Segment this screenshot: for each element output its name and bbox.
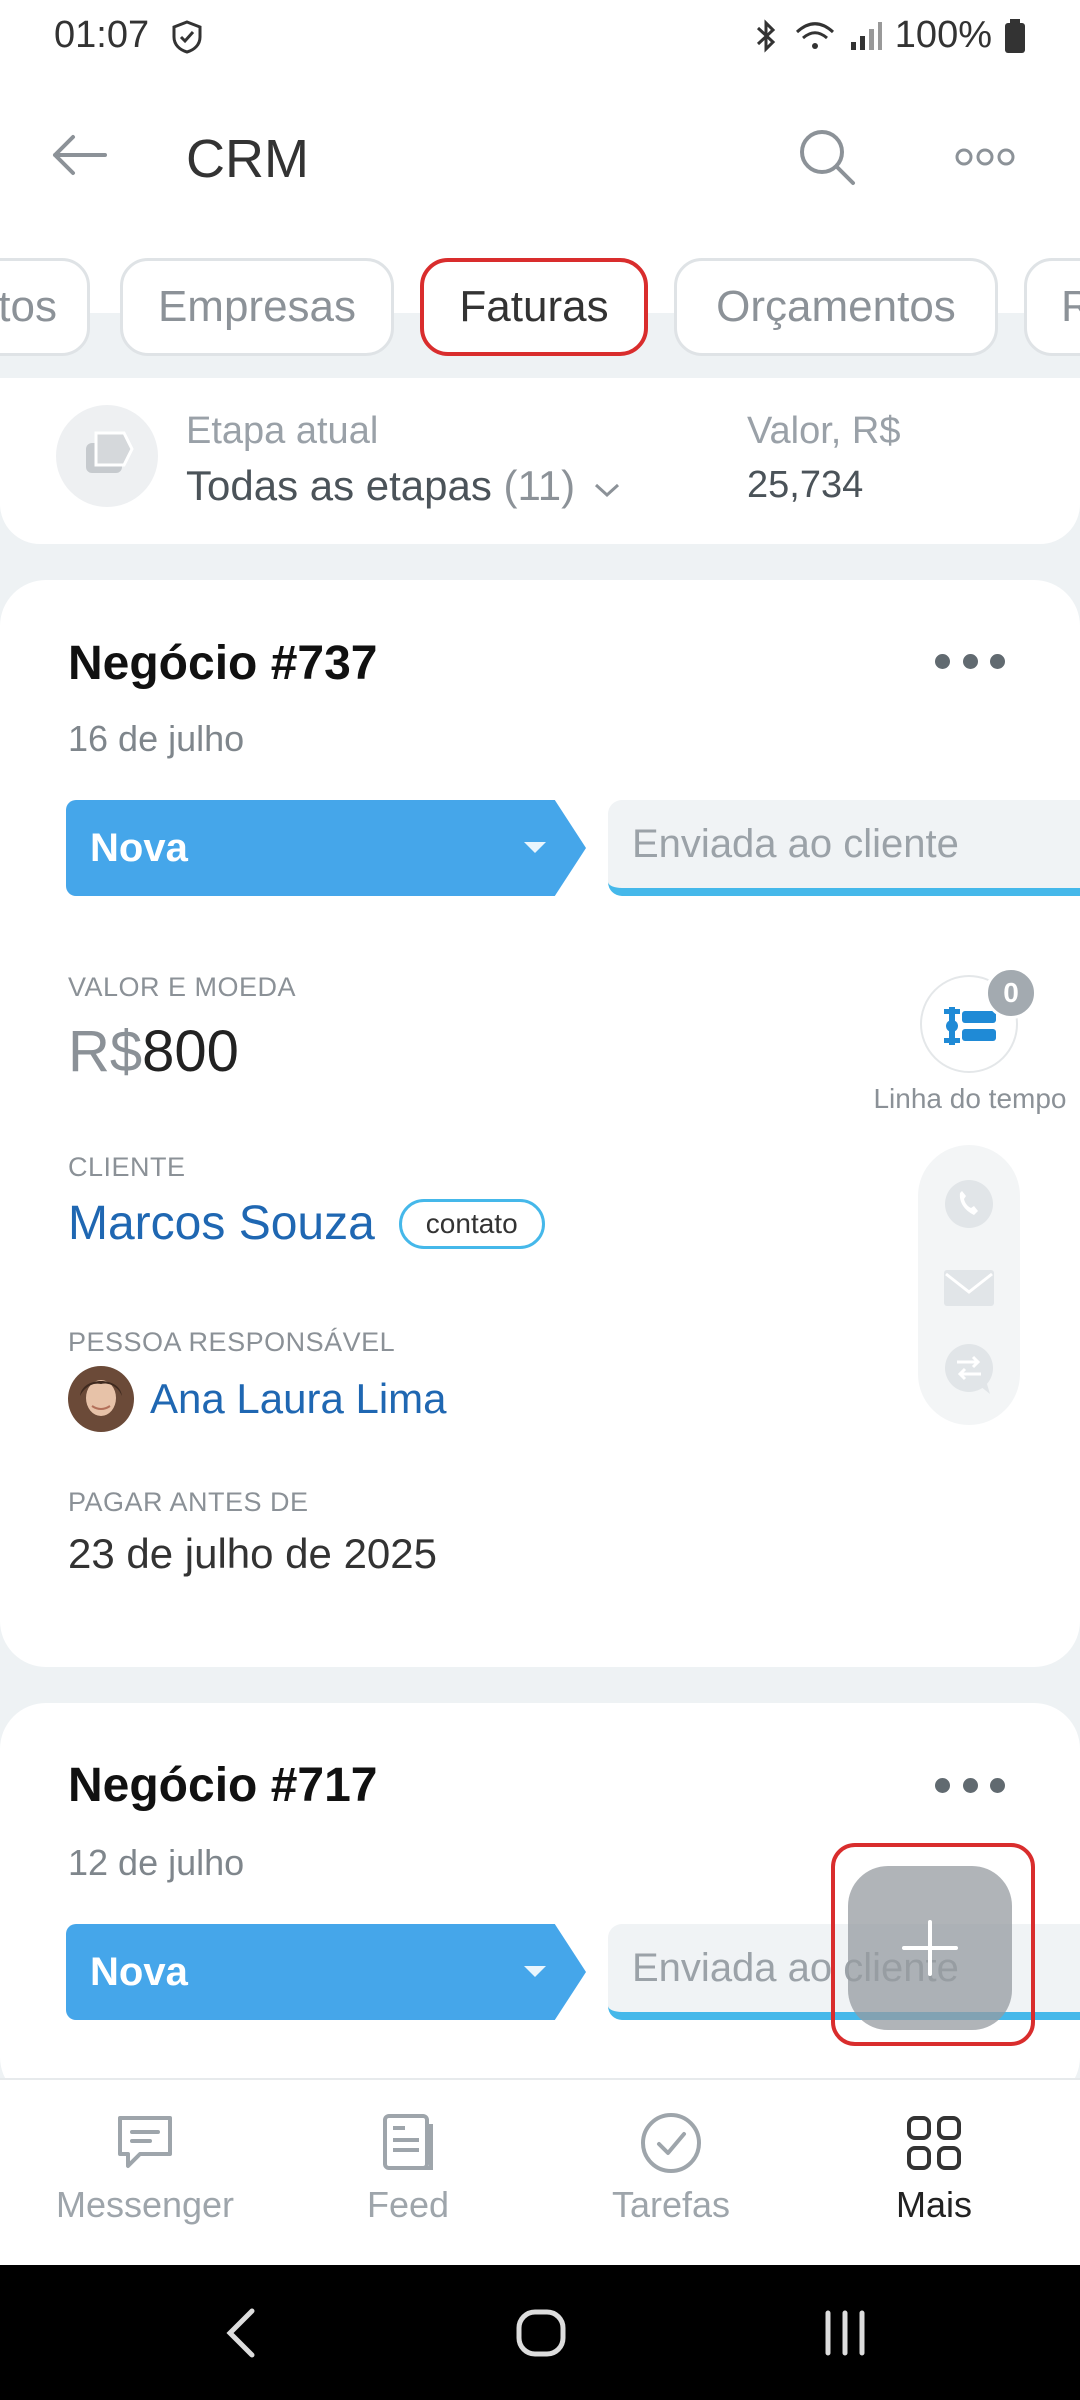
responsible-row: Ana Laura Lima xyxy=(68,1366,447,1432)
nav-label: Feed xyxy=(366,2184,450,2225)
nav-label: Messenger xyxy=(55,2184,235,2225)
nav-mais[interactable]: Mais xyxy=(824,2110,1044,2226)
stage-name: Nova xyxy=(90,1949,188,1994)
nav-label: Mais xyxy=(895,2184,972,2225)
fab-highlight xyxy=(831,1843,1035,2046)
tab-label: Orçamentos xyxy=(716,282,956,331)
clock-text: 01:07 xyxy=(54,14,150,56)
search-icon[interactable] xyxy=(792,122,862,192)
tab-empresas[interactable]: Empresas xyxy=(120,258,394,356)
tab-label: R xyxy=(1061,282,1080,332)
card-menu-icon[interactable] xyxy=(935,1770,1005,1800)
feed-icon xyxy=(383,2114,433,2170)
caret-down-icon xyxy=(524,842,546,853)
shield-icon xyxy=(172,20,202,54)
responsible-link[interactable]: Ana Laura Lima xyxy=(150,1375,447,1423)
system-back-icon[interactable] xyxy=(220,2305,260,2366)
tab-more[interactable]: R xyxy=(1024,258,1080,356)
page-title: CRM xyxy=(186,129,309,189)
tab-orcamentos[interactable]: Orçamentos xyxy=(674,258,998,356)
stage-selector[interactable]: Todas as etapas (11) xyxy=(186,462,621,510)
client-row: Marcos Souza contato xyxy=(68,1196,545,1251)
stages-icon xyxy=(56,405,158,507)
stage-label: Etapa atual xyxy=(186,410,379,452)
battery-text: 100% xyxy=(894,14,992,56)
tab-label: Empresas xyxy=(157,282,357,331)
currency-symbol: R$ xyxy=(68,1019,143,1084)
stage-name: Nova xyxy=(90,825,188,870)
stage-value: Todas as etapas xyxy=(186,462,492,509)
nav-messenger[interactable]: Messenger xyxy=(35,2110,255,2226)
stage-summary xyxy=(0,378,1080,544)
deal-date: 16 de julho xyxy=(68,718,245,759)
total-value: 25,734 xyxy=(747,464,864,506)
status-time: 01:07 xyxy=(54,14,204,57)
responsible-label: PESSOA RESPONSÁVEL xyxy=(68,1327,396,1357)
timeline-count-badge: 0 xyxy=(985,967,1037,1019)
chat-icon xyxy=(118,2116,172,2168)
avatar xyxy=(68,1366,134,1432)
nav-label: Tarefas xyxy=(611,2184,731,2225)
status-icons: 100% xyxy=(751,14,1026,57)
chat-transfer-icon[interactable] xyxy=(940,1342,998,1403)
system-recents-icon[interactable] xyxy=(820,2305,870,2366)
nav-feed[interactable]: Feed xyxy=(298,2110,518,2226)
grid-icon xyxy=(907,2116,961,2170)
signal-icon xyxy=(850,21,882,50)
deal-title[interactable]: Negócio #717 xyxy=(68,1758,377,1813)
next-stage[interactable]: Enviada ao cliente xyxy=(608,800,1080,896)
tab-faturas[interactable]: Faturas xyxy=(420,258,648,356)
amount-label: VALOR E MOEDA xyxy=(68,972,297,1002)
crm-tabs: tos Empresas Faturas Orçamentos R xyxy=(0,258,1080,358)
stage-dropdown[interactable]: Nova xyxy=(66,1924,586,2020)
card-menu-icon[interactable] xyxy=(935,646,1005,676)
phone-icon[interactable] xyxy=(940,1178,998,1235)
system-home-icon[interactable] xyxy=(514,2305,568,2366)
client-label: CLIENTE xyxy=(68,1152,186,1182)
deal-title[interactable]: Negócio #737 xyxy=(68,636,377,691)
mail-icon[interactable] xyxy=(940,1262,998,1319)
stage-dropdown[interactable]: Nova xyxy=(66,800,586,896)
more-options-icon[interactable] xyxy=(950,122,1020,192)
bluetooth-icon xyxy=(756,18,775,53)
back-arrow-icon[interactable] xyxy=(44,120,114,190)
stage-count: (11) xyxy=(503,462,576,509)
tab-contatos[interactable]: tos xyxy=(0,258,90,356)
check-circle-icon xyxy=(641,2113,701,2173)
wifi-icon xyxy=(795,21,834,49)
caret-down-icon xyxy=(524,1966,546,1977)
amount-value: R$800 xyxy=(68,1018,239,1085)
due-date: 23 de julho de 2025 xyxy=(68,1530,437,1577)
value-label: Valor, R$ xyxy=(747,410,901,452)
timeline-label: Linha do tempo xyxy=(873,1083,1067,1114)
nav-tarefas[interactable]: Tarefas xyxy=(561,2110,781,2226)
deal-date: 12 de julho xyxy=(68,1842,245,1883)
battery-icon xyxy=(1005,18,1025,53)
tab-label: Faturas xyxy=(459,282,609,331)
chevron-down-icon xyxy=(594,483,619,498)
client-type-badge: contato xyxy=(398,1198,545,1249)
amount-number: 800 xyxy=(142,1019,239,1084)
tab-label: tos xyxy=(0,282,57,331)
client-link[interactable]: Marcos Souza xyxy=(68,1196,375,1251)
next-stage-label: Enviada ao cliente xyxy=(632,821,959,866)
due-label: PAGAR ANTES DE xyxy=(68,1487,309,1517)
